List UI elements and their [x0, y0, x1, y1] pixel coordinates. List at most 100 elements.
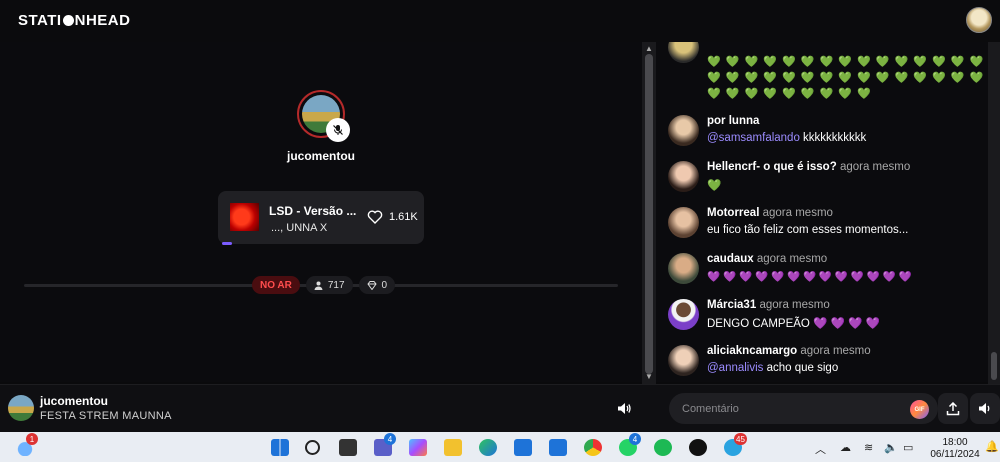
- chat-username[interactable]: Márcia31: [707, 299, 756, 311]
- logo-text-end: NHEAD: [74, 12, 131, 29]
- chat-text: 💚: [707, 180, 722, 192]
- scroll-up-icon[interactable]: ▲: [645, 44, 653, 53]
- mini-player: jucomentou FESTA STREM MAUNNA: [0, 384, 656, 432]
- copilot-icon[interactable]: [409, 439, 427, 456]
- teams-badge: 4: [384, 433, 396, 445]
- chat-hearts-row: 💚 💚 💚 💚 💚 💚 💚 💚 💚: [707, 88, 872, 100]
- player-host-avatar[interactable]: [8, 395, 34, 421]
- stage-scroll-thumb[interactable]: [645, 54, 653, 374]
- chevron-up-icon[interactable]: ︿: [815, 441, 826, 457]
- top-bar: STATI NHEAD: [0, 0, 1000, 42]
- logo-text-start: STATI: [18, 12, 62, 29]
- listeners-pill[interactable]: 717: [305, 276, 353, 294]
- whatsapp-badge: 4: [629, 433, 641, 445]
- album-art: [230, 203, 259, 231]
- diamond-icon: [366, 280, 377, 290]
- player-host-name[interactable]: jucomentou: [40, 394, 108, 408]
- person-icon: [314, 281, 323, 290]
- wifi-icon[interactable]: ≋: [864, 441, 873, 454]
- heart-icon[interactable]: [367, 209, 383, 225]
- broadcast-stage: jucomentou LSD - Versão ... ..., UNNA X …: [0, 42, 642, 382]
- clock-date: 06/11/2024: [930, 449, 980, 460]
- chat-avatar[interactable]: [668, 115, 699, 146]
- chat-avatar[interactable]: [668, 207, 699, 238]
- stage-stats: NO AR 717 0: [252, 276, 396, 294]
- whatsapp-icon[interactable]: 4: [619, 433, 641, 456]
- now-playing-card[interactable]: LSD - Versão ... ..., UNNA X 1.61K: [218, 191, 424, 244]
- volume-tray-icon[interactable]: 🔈: [884, 441, 898, 454]
- chat-time: agora mesmo: [762, 207, 833, 219]
- chat-time: agora mesmo: [756, 253, 828, 265]
- battery-icon[interactable]: ▭: [903, 441, 913, 454]
- chat-username[interactable]: Motorreal: [707, 207, 759, 219]
- notification-bell-icon[interactable]: 🔔: [985, 440, 999, 453]
- logo-dot: [62, 15, 74, 26]
- stage-scrollbar[interactable]: ▲ ▼: [642, 42, 656, 384]
- track-progress: [222, 242, 232, 245]
- chat-username[interactable]: Hellencrf- o que é isso?: [707, 161, 837, 173]
- chat-hearts-row: 💚 💚 💚 💚 💚 💚 💚 💚 💚 💚 💚 💚 💚 💚 💚 💚 💚 💚: [707, 56, 1000, 68]
- chat-avatar[interactable]: [668, 161, 699, 192]
- gif-button[interactable]: GIF: [910, 400, 929, 419]
- user-avatar[interactable]: [966, 7, 992, 33]
- chat-username[interactable]: caudaux: [707, 253, 754, 265]
- volume-button[interactable]: [970, 393, 1000, 424]
- file-explorer-icon[interactable]: [444, 439, 462, 456]
- chat-time: agora mesmo: [800, 345, 871, 357]
- chat-mention[interactable]: @annalivis: [707, 362, 763, 374]
- tiktok-icon[interactable]: [689, 439, 707, 456]
- chat-hearts-row: 💚 💚 💚 💚 💚 💚 💚 💚 💚 💚 💚 💚 💚 💚 💚 💚 💚 💚: [707, 72, 1000, 84]
- chat-scrollbar[interactable]: [988, 42, 1000, 384]
- chat-panel: 💚 💚 💚 💚 💚 💚 💚 💚 💚 💚 💚 💚 💚 💚 💚 💚 💚 💚 💚 💚 …: [656, 42, 1000, 382]
- scroll-down-icon[interactable]: ▼: [645, 372, 653, 381]
- telegram-badge: 45: [734, 433, 747, 445]
- chat-avatar[interactable]: [668, 42, 699, 63]
- chat-time: agora mesmo: [759, 299, 830, 311]
- weather-icon[interactable]: 1: [16, 433, 38, 456]
- outlook-icon[interactable]: [549, 439, 567, 456]
- store-icon[interactable]: [514, 439, 532, 456]
- diamonds-count: 0: [381, 279, 388, 291]
- comment-input[interactable]: [669, 393, 938, 424]
- spotify-icon[interactable]: [654, 439, 672, 456]
- windows-start-icon[interactable]: [271, 439, 289, 456]
- chat-text: kkkkkkkkkkk: [799, 132, 867, 144]
- weather-badge: 1: [26, 433, 38, 445]
- mic-muted-icon: [326, 118, 350, 142]
- edge-icon[interactable]: [479, 439, 497, 456]
- onedrive-icon[interactable]: ☁: [840, 441, 851, 454]
- player-station-title: FESTA STREM MAUNNA: [40, 410, 172, 422]
- system-clock[interactable]: 18:00 06/11/2024: [924, 437, 986, 461]
- telegram-icon[interactable]: 45: [724, 433, 747, 456]
- listeners-count: 717: [327, 279, 345, 291]
- chat-username[interactable]: por lunna: [707, 115, 759, 127]
- chat-avatar[interactable]: [668, 345, 699, 376]
- chat-composer: GIF: [656, 384, 1000, 432]
- chat-avatar[interactable]: [668, 253, 699, 284]
- chat-text: 💜 💜 💜 💜 💜 💜 💜 💜 💜 💜 💜 💜 💜: [707, 271, 912, 283]
- chat-text: DENGO CAMPEÃO 💜 💜 💜 💜: [707, 318, 880, 330]
- chat-text: eu fico tão feliz com esses momentos...: [707, 224, 909, 236]
- volume-icon: [979, 403, 990, 414]
- track-title: LSD - Versão ...: [269, 204, 357, 218]
- chat-avatar[interactable]: [668, 299, 699, 330]
- task-view-icon[interactable]: [339, 439, 357, 456]
- search-icon[interactable]: [305, 440, 320, 455]
- chat-username[interactable]: aliciakncamargo: [707, 345, 797, 357]
- upload-icon: [946, 401, 960, 415]
- speaker-icon[interactable]: [617, 402, 631, 415]
- host-name[interactable]: jucomentou: [270, 149, 372, 163]
- clock-time: 18:00: [942, 437, 968, 448]
- chat-mention[interactable]: @samsamfalando: [707, 132, 800, 144]
- chrome-icon[interactable]: [584, 439, 602, 456]
- chat-scroll-thumb[interactable]: [991, 352, 997, 380]
- stationhead-logo[interactable]: STATI NHEAD: [18, 12, 130, 29]
- track-artist: ..., UNNA X: [271, 222, 328, 234]
- live-badge: NO AR: [252, 276, 300, 294]
- like-count: 1.61K: [389, 211, 418, 223]
- share-button[interactable]: [938, 393, 968, 424]
- chat-text: acho que sigo: [763, 362, 839, 374]
- teams-icon[interactable]: 4: [374, 433, 396, 456]
- chat-time: agora mesmo: [839, 161, 911, 173]
- diamonds-pill[interactable]: 0: [358, 276, 396, 294]
